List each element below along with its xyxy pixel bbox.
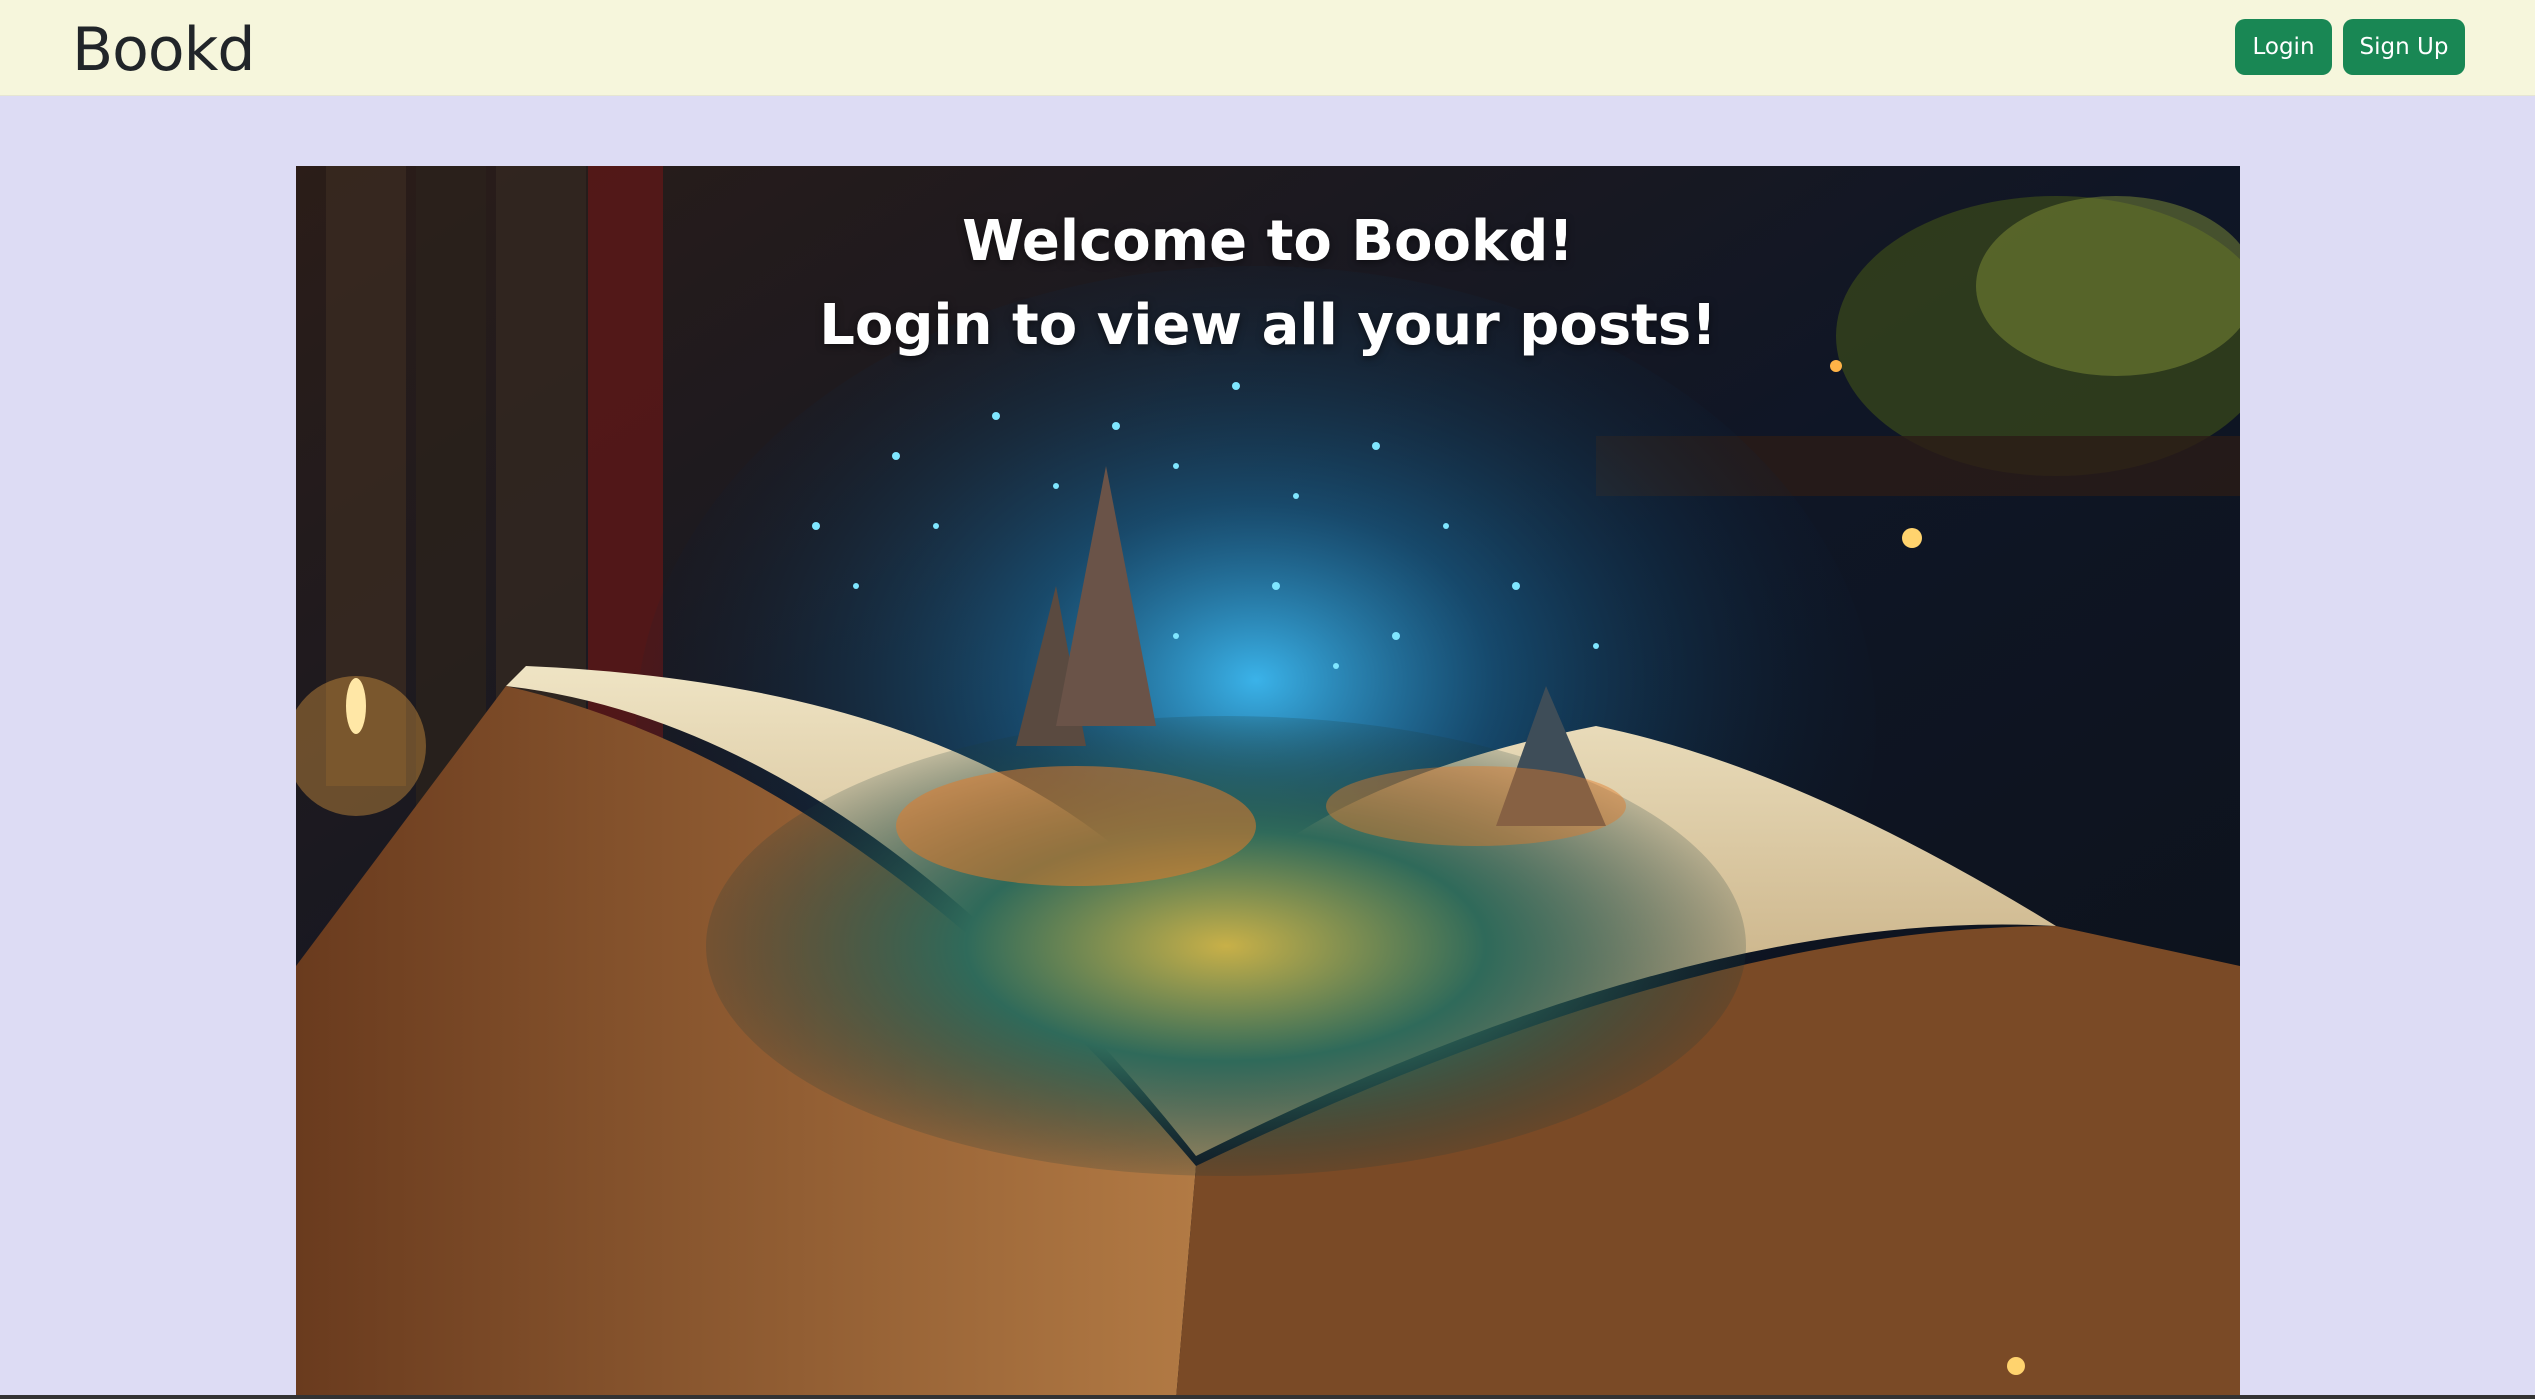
hero-title: Welcome to Bookd! [962,209,1574,274]
hero-heading: Welcome to Bookd! Login to view all your… [296,200,2240,368]
login-button[interactable]: Login [2235,19,2332,75]
brand-logo[interactable]: Bookd [72,12,255,88]
window-bottom-edge [0,1395,2535,1399]
signup-button[interactable]: Sign Up [2343,19,2465,75]
top-navbar: Bookd Login Sign Up [0,0,2535,96]
hero-subtitle: Login to view all your posts! [819,293,1717,358]
hero-banner: Welcome to Bookd! Login to view all your… [296,166,2240,1399]
